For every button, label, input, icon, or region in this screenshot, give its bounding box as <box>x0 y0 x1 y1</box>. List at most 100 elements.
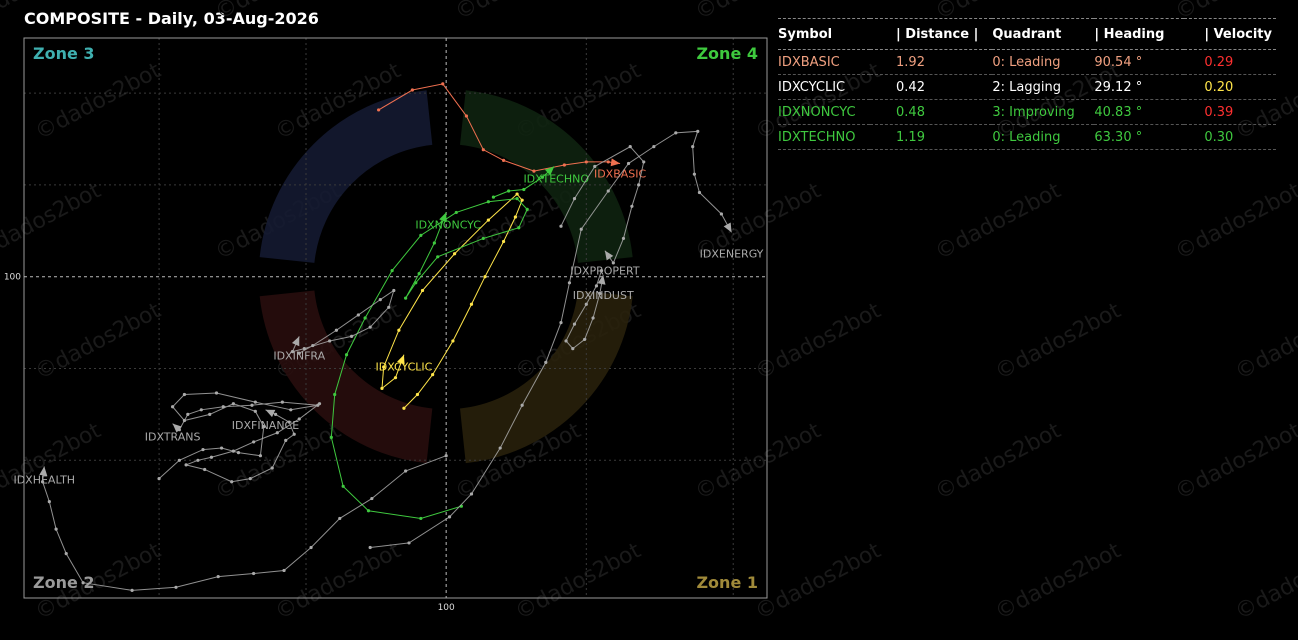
zone-label: Zone 1 <box>696 573 758 592</box>
series-point <box>397 328 401 332</box>
cell-symbol: IDXNONCYC <box>778 99 871 125</box>
zone-label: Zone 3 <box>33 44 95 63</box>
series-point <box>544 360 548 364</box>
series-point <box>370 496 374 501</box>
header-symbol: Symbol <box>778 18 871 50</box>
table-row: IDXTECHNO 1.19 0: Leading 63.30 ° 0.30 <box>778 124 1276 150</box>
series-point <box>47 500 51 504</box>
series-point <box>515 197 519 201</box>
series-point <box>507 189 511 193</box>
series-point <box>392 288 396 293</box>
table-row: IDXCYCLIC 0.42 2: Lagging 29.12 ° 0.20 <box>778 74 1276 100</box>
series-point <box>182 392 187 397</box>
series-point <box>559 320 563 325</box>
series-point <box>248 477 252 481</box>
series-point <box>583 337 587 342</box>
series-point <box>236 451 241 455</box>
series-point <box>564 339 568 343</box>
series-point <box>316 403 320 407</box>
table-row: IDXBASIC 1.92 0: Leading 90.54 ° 0.29 <box>778 49 1276 75</box>
series-point <box>697 190 702 195</box>
series-point <box>572 197 577 201</box>
series-point <box>270 466 274 470</box>
series-point <box>415 392 420 397</box>
cell-velocity: 0.39 <box>1184 99 1276 125</box>
series-point <box>214 391 219 395</box>
header-distance: | Distance | <box>870 18 993 50</box>
watermark-text: ©dados2bot <box>211 0 345 25</box>
series-point <box>199 408 203 412</box>
series-point <box>274 412 278 416</box>
series-point <box>584 302 588 306</box>
series-point <box>454 210 458 215</box>
series-point <box>368 545 372 550</box>
series-point <box>630 204 634 208</box>
watermark-text: ©dados2bot <box>1171 418 1298 505</box>
series-point <box>377 108 381 112</box>
watermark-text: ©dados2bot <box>931 178 1065 265</box>
series-point <box>81 581 85 585</box>
series-point <box>652 145 656 149</box>
series-point <box>599 268 604 273</box>
series-point <box>309 545 313 550</box>
series-point <box>417 272 421 276</box>
series-point <box>329 435 333 439</box>
series-point <box>593 164 597 169</box>
watermark-text: ©dados2bot <box>751 298 885 385</box>
cell-velocity: 0.20 <box>1184 74 1276 100</box>
series-point <box>606 160 610 164</box>
series-point <box>208 412 212 416</box>
series-point <box>594 284 599 288</box>
series-point <box>341 484 345 488</box>
watermark-text: ©dados2bot <box>31 298 165 385</box>
watermark-text: ©dados2bot <box>511 538 645 625</box>
watermark-text: ©dados2bot <box>991 298 1125 385</box>
series-point <box>334 328 338 332</box>
cell-symbol: IDXCYCLIC <box>778 74 871 100</box>
series-point <box>414 281 418 285</box>
watermark-text: ©dados2bot <box>0 0 105 25</box>
series-label: IDXFINANCE <box>232 419 299 432</box>
cell-quadrant: 3: Improving <box>992 99 1095 125</box>
series-point <box>420 288 425 293</box>
series-point <box>356 313 360 317</box>
series-point <box>606 189 610 193</box>
series-point <box>453 252 457 256</box>
series-point <box>419 233 423 237</box>
series-point <box>498 446 502 450</box>
series-head-arrow <box>610 158 621 167</box>
series-label: IDXCYCLIC <box>376 361 433 374</box>
series-point <box>196 458 200 462</box>
series-point <box>64 552 68 556</box>
series-point <box>262 425 266 429</box>
series-point <box>517 226 521 230</box>
cell-symbol: IDXBASIC <box>778 49 871 75</box>
series-point <box>447 515 452 519</box>
series-point <box>501 158 506 163</box>
series-point <box>219 446 224 450</box>
series-point <box>363 316 367 320</box>
series-point <box>349 334 354 338</box>
series-point <box>486 218 490 222</box>
series-point <box>451 339 455 343</box>
series-point <box>483 275 487 279</box>
watermark-text: ©dados2bot <box>991 538 1125 625</box>
series-point <box>674 131 678 135</box>
series-point <box>404 469 408 473</box>
series-point <box>182 418 187 423</box>
header-quadrant: Quadrant <box>992 18 1095 50</box>
series-point <box>54 527 58 531</box>
series-point <box>571 347 575 351</box>
series-point <box>436 255 440 259</box>
zone-label: Zone 2 <box>33 573 95 592</box>
series-point <box>481 148 485 152</box>
series-point <box>253 409 257 413</box>
series-label: IDXTRANS <box>145 431 201 444</box>
series-point <box>289 408 293 412</box>
series-point <box>201 447 205 452</box>
series-point <box>410 88 414 92</box>
series-point <box>284 438 288 443</box>
series-point <box>407 541 411 545</box>
header-velocity: | Velocity <box>1184 18 1276 50</box>
series-label: IDXNONCYC <box>415 218 481 231</box>
